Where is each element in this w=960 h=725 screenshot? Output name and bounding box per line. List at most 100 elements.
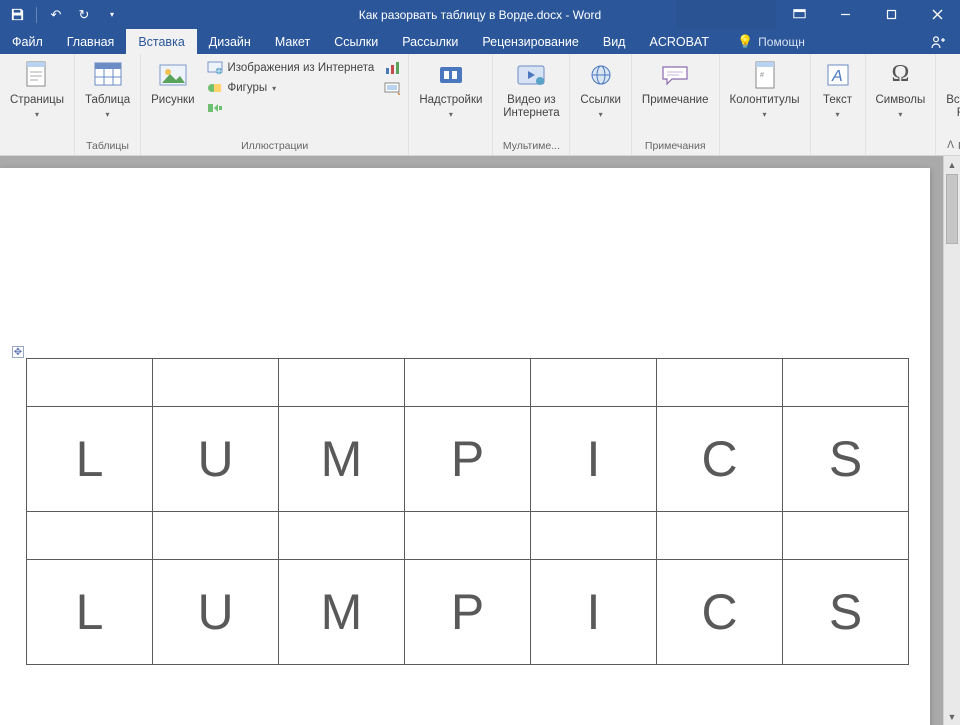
table-cell[interactable]: S bbox=[783, 560, 909, 665]
scroll-down-icon[interactable]: ▼ bbox=[944, 708, 960, 725]
chevron-down-icon: ▾ bbox=[599, 110, 603, 119]
table-cell[interactable] bbox=[279, 359, 405, 407]
group-label bbox=[574, 149, 627, 155]
headers-label: Колонтитулы bbox=[730, 94, 800, 107]
table-button[interactable]: Таблица ▾ bbox=[79, 56, 136, 119]
tab-review[interactable]: Рецензирование bbox=[470, 29, 591, 54]
flash-label: Встроить Flash bbox=[946, 94, 960, 120]
table-cell[interactable]: L bbox=[27, 560, 153, 665]
link-icon bbox=[585, 59, 617, 91]
flash-button[interactable]: f Встроить Flash bbox=[940, 56, 960, 120]
group-text: A Текст ▾ bbox=[811, 54, 866, 155]
group-label bbox=[4, 149, 70, 155]
group-label: Иллюстрации bbox=[145, 137, 404, 155]
online-pictures-label: Изображения из Интернета bbox=[228, 62, 375, 74]
table-cell[interactable]: U bbox=[153, 560, 279, 665]
account-area[interactable] bbox=[676, 0, 776, 29]
tab-acrobat[interactable]: ACROBAT bbox=[637, 29, 721, 54]
table-cell[interactable]: P bbox=[405, 560, 531, 665]
document-workspace: ✥ L U M P I C S bbox=[0, 156, 960, 725]
table-cell[interactable] bbox=[657, 512, 783, 560]
table-cell[interactable] bbox=[279, 512, 405, 560]
vertical-scrollbar[interactable]: ▲ ▼ bbox=[943, 156, 960, 725]
table-cell[interactable] bbox=[27, 359, 153, 407]
save-icon[interactable] bbox=[6, 4, 28, 26]
table-row[interactable] bbox=[27, 359, 909, 407]
share-button[interactable] bbox=[916, 29, 960, 54]
table-cell[interactable]: M bbox=[279, 407, 405, 512]
ribbon-display-options-icon[interactable] bbox=[776, 0, 822, 29]
headers-button[interactable]: # Колонтитулы ▾ bbox=[724, 56, 806, 119]
table-cell[interactable]: C bbox=[657, 560, 783, 665]
group-addins: Надстройки ▾ bbox=[409, 54, 493, 155]
tab-file[interactable]: Файл bbox=[0, 29, 55, 54]
table-move-handle-icon[interactable]: ✥ bbox=[12, 346, 24, 358]
chevron-down-icon: ▾ bbox=[898, 110, 902, 119]
scroll-thumb[interactable] bbox=[946, 174, 958, 244]
collapse-ribbon-icon[interactable]: ᐱ bbox=[947, 140, 954, 151]
table-cell[interactable]: U bbox=[153, 407, 279, 512]
screenshot-button[interactable] bbox=[380, 79, 404, 97]
table-cell[interactable] bbox=[531, 359, 657, 407]
tab-references[interactable]: Ссылки bbox=[322, 29, 390, 54]
addins-button[interactable]: Надстройки ▾ bbox=[413, 56, 488, 119]
tab-view[interactable]: Вид bbox=[591, 29, 638, 54]
table-cell[interactable] bbox=[657, 359, 783, 407]
group-label bbox=[724, 149, 806, 155]
document-table[interactable]: L U M P I C S L U M P bbox=[26, 358, 909, 665]
ribbon-tabs: Файл Главная Вставка Дизайн Макет Ссылки… bbox=[0, 29, 960, 54]
comment-button[interactable]: Примечание bbox=[636, 56, 715, 107]
table-row[interactable]: L U M P I C S bbox=[27, 407, 909, 512]
pages-button[interactable]: Страницы ▾ bbox=[4, 56, 70, 119]
symbols-button[interactable]: Ω Символы ▾ bbox=[870, 56, 932, 119]
chevron-down-icon: ▾ bbox=[835, 110, 839, 119]
table-cell[interactable]: C bbox=[657, 407, 783, 512]
online-pictures-button[interactable]: Изображения из Интернета bbox=[203, 59, 379, 77]
tab-insert[interactable]: Вставка bbox=[126, 29, 196, 54]
table-cell[interactable] bbox=[783, 512, 909, 560]
table-cell[interactable]: S bbox=[783, 407, 909, 512]
table-cell[interactable] bbox=[783, 359, 909, 407]
table-cell[interactable]: M bbox=[279, 560, 405, 665]
table-cell[interactable] bbox=[405, 512, 531, 560]
tab-mailings[interactable]: Рассылки bbox=[390, 29, 470, 54]
redo-icon[interactable]: ↻ bbox=[73, 4, 95, 26]
text-button[interactable]: A Текст ▾ bbox=[815, 56, 861, 119]
online-video-button[interactable]: Видео из Интернета bbox=[497, 56, 565, 120]
flash-icon: f bbox=[955, 59, 960, 91]
online-video-label: Видео из Интернета bbox=[503, 94, 559, 120]
table-cell[interactable] bbox=[153, 512, 279, 560]
online-pictures-icon bbox=[207, 60, 223, 76]
minimize-icon[interactable] bbox=[822, 0, 868, 29]
shapes-button[interactable]: Фигуры ▾ bbox=[203, 79, 379, 97]
table-cell[interactable]: P bbox=[405, 407, 531, 512]
links-button[interactable]: Ссылки ▾ bbox=[574, 56, 627, 119]
group-label bbox=[413, 149, 488, 155]
table-cell[interactable] bbox=[405, 359, 531, 407]
chart-button[interactable] bbox=[380, 59, 404, 77]
table-cell[interactable] bbox=[531, 512, 657, 560]
table-cell[interactable]: I bbox=[531, 407, 657, 512]
smartart-button[interactable] bbox=[203, 99, 379, 117]
table-label: Таблица bbox=[85, 94, 130, 107]
maximize-icon[interactable] bbox=[868, 0, 914, 29]
table-cell[interactable]: I bbox=[531, 560, 657, 665]
close-icon[interactable] bbox=[914, 0, 960, 29]
undo-icon[interactable]: ↶ bbox=[45, 4, 67, 26]
tell-me-search[interactable]: 💡 Помощн bbox=[727, 29, 815, 54]
pictures-icon bbox=[157, 59, 189, 91]
pictures-label: Рисунки bbox=[151, 94, 194, 107]
document-page[interactable]: ✥ L U M P I C S bbox=[0, 168, 930, 725]
tab-layout[interactable]: Макет bbox=[263, 29, 322, 54]
table-row[interactable] bbox=[27, 512, 909, 560]
pictures-button[interactable]: Рисунки bbox=[145, 56, 200, 107]
scroll-up-icon[interactable]: ▲ bbox=[944, 156, 960, 173]
table-cell[interactable] bbox=[153, 359, 279, 407]
table-row[interactable]: L U M P I C S bbox=[27, 560, 909, 665]
tab-design[interactable]: Дизайн bbox=[197, 29, 263, 54]
qat-customize-icon[interactable]: ▾ bbox=[101, 4, 123, 26]
tell-me-label: Помощн bbox=[758, 35, 805, 49]
table-cell[interactable]: L bbox=[27, 407, 153, 512]
table-cell[interactable] bbox=[27, 512, 153, 560]
tab-home[interactable]: Главная bbox=[55, 29, 127, 54]
